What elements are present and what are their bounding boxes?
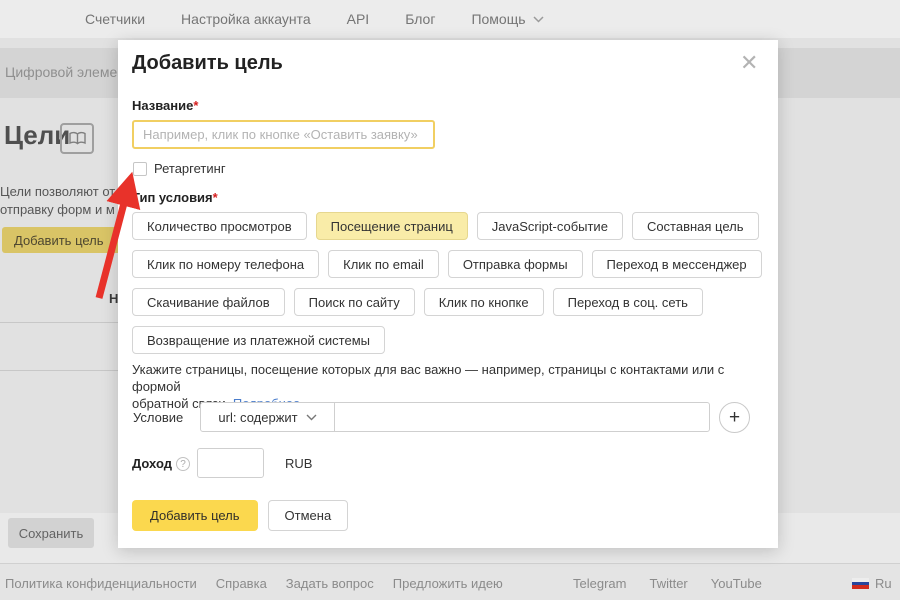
currency-label: RUB bbox=[285, 456, 312, 471]
language-label: Ru bbox=[875, 576, 892, 591]
type-option-button[interactable]: JavaScript-событие bbox=[477, 212, 623, 240]
footer-left-links: Политика конфиденциальности Справка Задать… bbox=[5, 576, 503, 591]
type-option-button[interactable]: Количество просмотров bbox=[132, 212, 307, 240]
nav-item[interactable]: Блог bbox=[405, 11, 435, 27]
url-condition-select[interactable]: url: содержит bbox=[200, 402, 335, 432]
type-option-button[interactable]: Возвращение из платежной системы bbox=[132, 326, 385, 354]
table-divider bbox=[0, 322, 135, 323]
modal-title: Добавить цель bbox=[132, 52, 283, 75]
footer-link[interactable]: Справка bbox=[216, 576, 267, 591]
footer-link[interactable]: Политика конфиденциальности bbox=[5, 576, 197, 591]
footer-link[interactable]: Задать вопрос bbox=[286, 576, 374, 591]
goals-description: Цели позволяют от отправку форм и м bbox=[0, 183, 115, 219]
condition-label: Условие bbox=[133, 410, 183, 425]
footer-link[interactable]: Предложить идею bbox=[393, 576, 503, 591]
type-option-button[interactable]: Посещение страниц bbox=[316, 212, 468, 240]
help-question-icon[interactable]: ? bbox=[176, 457, 190, 471]
condition-value-input[interactable] bbox=[334, 402, 710, 432]
type-rows: Количество просмотров Посещение страниц Ja… bbox=[132, 212, 762, 364]
nav-help-label: Помощь bbox=[471, 11, 525, 27]
type-option-button[interactable]: Клик по email bbox=[328, 250, 439, 278]
add-goal-button-background[interactable]: Добавить цель bbox=[2, 227, 132, 253]
table-header-name: Н bbox=[109, 291, 118, 306]
name-label: Название* bbox=[132, 98, 198, 113]
add-condition-button[interactable]: + bbox=[719, 402, 750, 433]
footer-social-link[interactable]: Twitter bbox=[649, 576, 687, 591]
retargeting-row: Ретаргетинг bbox=[133, 161, 226, 176]
revenue-label: Доход bbox=[132, 456, 172, 471]
submit-add-goal-button[interactable]: Добавить цель bbox=[132, 500, 258, 531]
counter-name: Цифровой элеме bbox=[5, 64, 117, 80]
type-option-button[interactable]: Клик по кнопке bbox=[424, 288, 544, 316]
type-option-button[interactable]: Скачивание файлов bbox=[132, 288, 285, 316]
modal-actions: Добавить цель Отмена bbox=[132, 500, 348, 531]
nav-item[interactable]: API bbox=[347, 11, 370, 27]
russia-flag-icon bbox=[852, 578, 869, 589]
retargeting-label: Ретаргетинг bbox=[154, 161, 226, 176]
condition-type-label: Тип условия* bbox=[132, 190, 218, 205]
required-asterisk: * bbox=[213, 190, 218, 205]
type-option-button[interactable]: Поиск по сайту bbox=[294, 288, 415, 316]
footer: Политика конфиденциальности Справка Задать… bbox=[0, 563, 900, 600]
book-icon[interactable] bbox=[60, 123, 94, 154]
nav-item[interactable]: Настройка аккаунта bbox=[181, 11, 311, 27]
type-option-button[interactable]: Клик по номеру телефона bbox=[132, 250, 319, 278]
top-nav: Счетчики Настройка аккаунта API Блог Помощь bbox=[0, 0, 900, 38]
add-goal-modal: Добавить цель ✕ Название* Ретаргетинг Ти… bbox=[118, 40, 778, 548]
chevron-down-icon bbox=[306, 414, 317, 421]
footer-right-links: Telegram Twitter YouTube bbox=[573, 576, 762, 591]
required-asterisk: * bbox=[193, 98, 198, 113]
table-divider bbox=[0, 370, 135, 371]
close-icon[interactable]: ✕ bbox=[740, 52, 758, 74]
revenue-input[interactable] bbox=[197, 448, 264, 478]
cancel-button[interactable]: Отмена bbox=[268, 500, 349, 531]
type-option-button[interactable]: Переход в мессенджер bbox=[592, 250, 762, 278]
type-option-button[interactable]: Переход в соц. сеть bbox=[553, 288, 703, 316]
goal-name-input[interactable] bbox=[132, 120, 435, 149]
nav-item-help[interactable]: Помощь bbox=[471, 11, 543, 27]
save-button[interactable]: Сохранить bbox=[8, 518, 94, 548]
footer-social-link[interactable]: Telegram bbox=[573, 576, 626, 591]
type-option-button[interactable]: Составная цель bbox=[632, 212, 759, 240]
retargeting-checkbox[interactable] bbox=[133, 162, 147, 176]
language-switcher[interactable]: Ru bbox=[852, 576, 892, 591]
condition-select-value: url: содержит bbox=[218, 410, 297, 425]
type-option-button[interactable]: Отправка формы bbox=[448, 250, 583, 278]
chevron-down-icon bbox=[533, 16, 544, 23]
footer-social-link[interactable]: YouTube bbox=[711, 576, 762, 591]
nav-item[interactable]: Счетчики bbox=[85, 11, 145, 27]
